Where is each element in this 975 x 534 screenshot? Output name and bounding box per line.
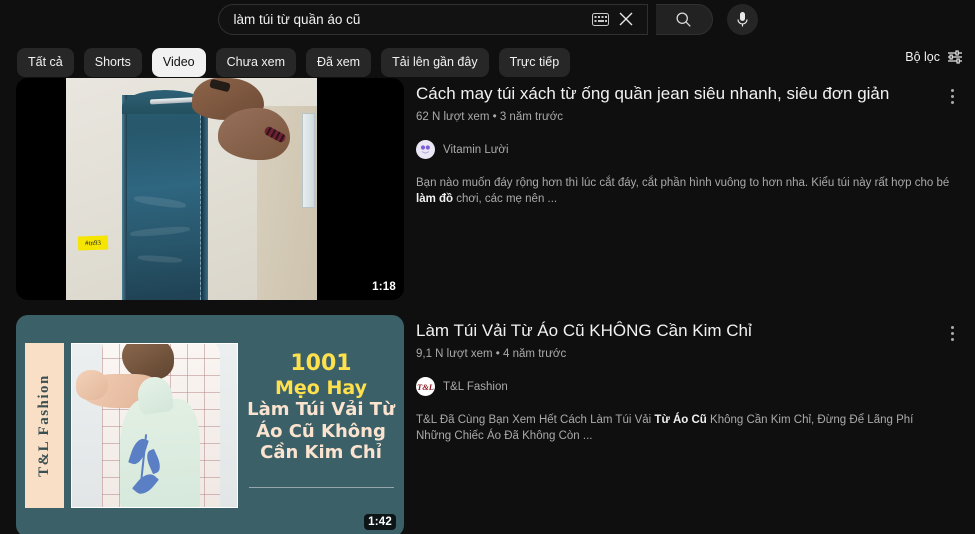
- meta-separator: •: [492, 111, 500, 123]
- thumbnail-artwork-denim: #tn93: [16, 78, 404, 300]
- chip-tai-len-gan-day[interactable]: Tải lên gần đây: [381, 47, 489, 77]
- description-highlight: Từ Áo Cũ: [654, 414, 707, 426]
- close-icon[interactable]: [618, 11, 634, 27]
- search-result-item: T&L Fashion 1001 Mẹo Hay Làm Túi Vải Từ …: [0, 315, 975, 534]
- thumbnail-sticker-label: #tn93: [77, 235, 109, 251]
- description-highlight: làm đồ: [416, 193, 454, 205]
- thumbnail-brand-band: T&L Fashion: [25, 343, 64, 508]
- video-info: Cách may túi xách từ ống quần jean siêu …: [404, 78, 975, 300]
- thumbnail-photo: [71, 343, 238, 508]
- thumbnail-text-block: 1001 Mẹo Hay Làm Túi Vải Từ Áo Cũ Không …: [246, 351, 396, 463]
- chip-truc-tiep[interactable]: Trực tiếp: [498, 47, 571, 77]
- video-metadata: 9,1 N lượt xem • 4 năm trước: [416, 348, 975, 360]
- video-duration: 1:18: [372, 281, 396, 293]
- video-description: T&L Đã Cùng Bạn Xem Hết Cách Làm Túi Vải…: [416, 412, 951, 444]
- thumbnail-artwork-tl-fashion: T&L Fashion 1001 Mẹo Hay Làm Túi Vải Từ …: [16, 315, 404, 534]
- chip-da-xem[interactable]: Đã xem: [306, 47, 372, 77]
- view-count: 62 N lượt xem: [416, 111, 490, 123]
- more-actions-button[interactable]: [941, 320, 963, 346]
- video-thumbnail[interactable]: #tn93 1:18: [16, 78, 404, 300]
- avatar: [416, 140, 435, 159]
- search-results-list: #tn93 1:18 Cách may túi xách từ ống quần…: [0, 78, 975, 534]
- video-metadata: 62 N lượt xem • 3 năm trước: [416, 111, 975, 123]
- channel-link[interactable]: Vitamin Lười: [416, 140, 509, 159]
- search-submit-button[interactable]: [655, 3, 713, 35]
- more-actions-button[interactable]: [941, 83, 963, 109]
- video-thumbnail[interactable]: T&L Fashion 1001 Mẹo Hay Làm Túi Vải Từ …: [16, 315, 404, 534]
- avatar: T&L: [416, 377, 435, 396]
- channel-link[interactable]: T&L T&L Fashion: [416, 377, 508, 396]
- filter-chip-bar: Tất cả Shorts Video Chưa xem Đã xem Tải …: [0, 46, 975, 78]
- microphone-icon: [736, 11, 748, 26]
- publish-date: 3 năm trước: [499, 111, 564, 123]
- view-count: 9,1 N lượt xem: [416, 348, 493, 360]
- video-info: Làm Túi Vải Từ Áo Cũ KHÔNG Cần Kim Chỉ 9…: [404, 315, 975, 534]
- filters-button[interactable]: Bộ lọc: [905, 50, 963, 64]
- thumbnail-line-4: Áo Cũ Không: [256, 420, 386, 442]
- channel-name: T&L Fashion: [443, 380, 508, 393]
- description-post: chơi, các mẹ nên ...: [453, 193, 558, 205]
- video-description: Bạn nào muốn đáy rộng hơn thì lúc cắt đá…: [416, 175, 951, 207]
- thumbnail-divider: [249, 487, 394, 488]
- video-duration: 1:42: [364, 514, 396, 530]
- search-result-item: #tn93 1:18 Cách may túi xách từ ống quần…: [0, 78, 975, 300]
- description-pre: T&L Đã Cùng Bạn Xem Hết Cách Làm Túi Vải: [416, 414, 655, 426]
- filters-label: Bộ lọc: [905, 50, 940, 64]
- chip-shorts[interactable]: Shorts: [83, 47, 142, 77]
- thumbnail-line-2: Mẹo Hay: [275, 376, 367, 399]
- publish-date: 4 năm trước: [503, 348, 567, 360]
- chip-chua-xem[interactable]: Chưa xem: [215, 47, 297, 77]
- search-box[interactable]: [217, 3, 648, 35]
- thumbnail-brand-text: T&L Fashion: [36, 374, 52, 477]
- meta-separator: •: [495, 348, 504, 360]
- chip-tat-ca[interactable]: Tất cả: [17, 47, 74, 77]
- filter-sliders-icon: [948, 50, 962, 64]
- thumbnail-line-3: Làm Túi Vải Từ: [247, 399, 395, 421]
- description-pre: Bạn nào muốn đáy rộng hơn thì lúc cắt đá…: [416, 177, 950, 189]
- thumbnail-line-5: Cần Kim Chỉ: [260, 441, 382, 463]
- keyboard-icon[interactable]: [591, 12, 609, 26]
- video-title[interactable]: Cách may túi xách từ ống quần jean siêu …: [416, 83, 936, 105]
- thumbnail-line-1: 1001: [290, 351, 352, 376]
- search-input[interactable]: [233, 11, 592, 27]
- video-title[interactable]: Làm Túi Vải Từ Áo Cũ KHÔNG Cần Kim Chỉ: [416, 320, 936, 342]
- voice-search-button[interactable]: [726, 3, 758, 35]
- search-icon: [676, 11, 691, 27]
- search-area: [217, 3, 758, 35]
- channel-name: Vitamin Lười: [443, 143, 509, 156]
- chip-video[interactable]: Video: [151, 47, 206, 77]
- top-search-bar: [0, 0, 975, 38]
